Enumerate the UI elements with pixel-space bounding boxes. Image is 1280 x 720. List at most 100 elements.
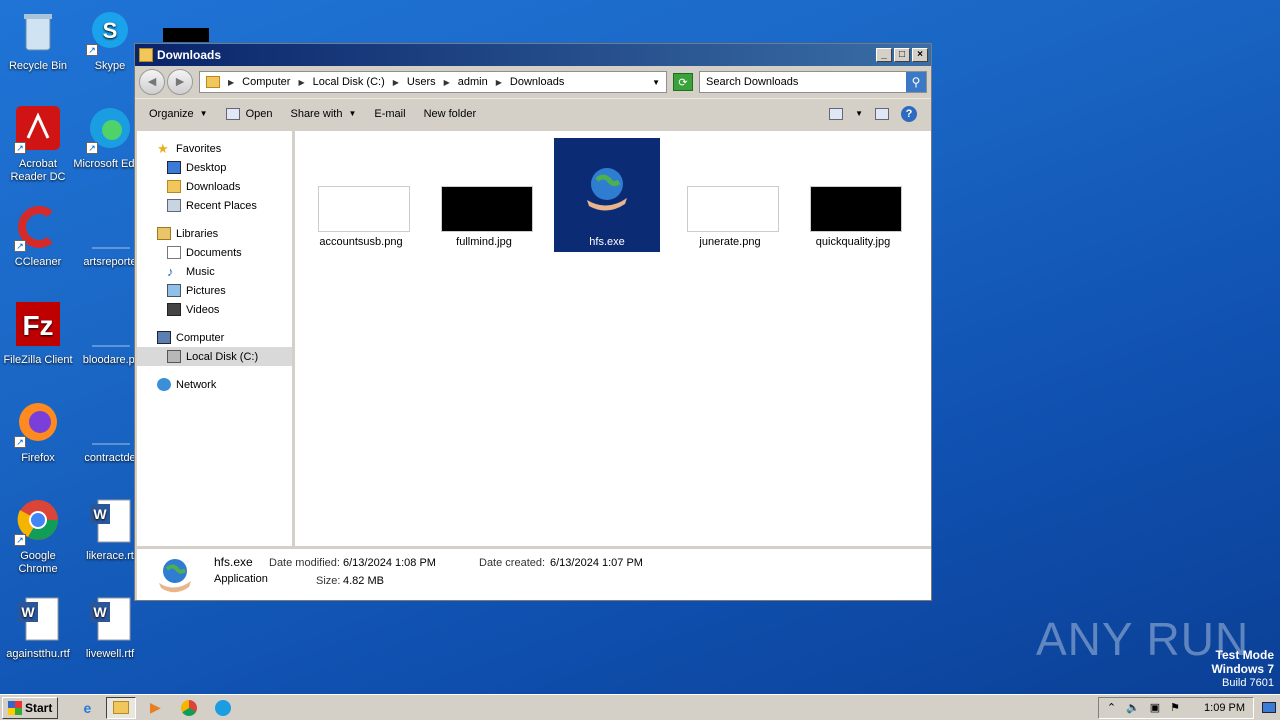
computer-icon [157, 331, 171, 344]
hfs-app-icon [579, 160, 635, 216]
nav-desktop[interactable]: Desktop [137, 158, 292, 177]
organize-label: Organize [149, 107, 194, 120]
black-box [163, 28, 209, 42]
file-item[interactable]: quickquality.jpg [800, 138, 906, 252]
details-size-value: 4.82 MB [343, 575, 384, 587]
forward-button[interactable]: ► [167, 69, 193, 95]
desktop-icon-ccleaner[interactable]: ↗ CCleaner [0, 204, 76, 269]
email-button[interactable]: E-mail [374, 108, 405, 120]
nav-recent-places[interactable]: Recent Places [137, 196, 292, 215]
title-bar[interactable]: Downloads _ □ × [135, 44, 931, 66]
desktop-icon-againstthu[interactable]: W againstthu.rtf [0, 596, 76, 661]
details-modified-value: 6/13/2024 1:08 PM [343, 557, 436, 569]
show-desktop-button[interactable] [1258, 695, 1280, 720]
nav-pictures[interactable]: Pictures [137, 281, 292, 300]
music-icon: ♪ [167, 264, 174, 279]
start-button[interactable]: Start [2, 696, 59, 719]
chevron-right-icon[interactable]: ▶ [393, 78, 399, 87]
file-item[interactable]: junerate.png [677, 138, 783, 252]
ccleaner-icon: ↗ [14, 204, 62, 252]
nav-local-disk[interactable]: Local Disk (C:) [137, 347, 292, 366]
minimize-button[interactable]: _ [876, 48, 892, 62]
network-tray-icon[interactable]: ▣ [1150, 701, 1160, 714]
system-tray: ⌃ 🔈 ▣ ⚑ 1:09 PM [1097, 696, 1254, 719]
file-item[interactable]: fullmind.jpg [431, 138, 537, 252]
show-desktop-icon [1262, 702, 1276, 713]
desktop-icon-recycle-bin[interactable]: Recycle Bin [0, 8, 76, 73]
nav-network[interactable]: Network [137, 375, 292, 394]
help-icon[interactable]: ? [901, 105, 917, 122]
drive-icon [167, 350, 181, 363]
change-view-icon[interactable] [829, 107, 844, 120]
taskbar-media-player-button[interactable]: ▶ [140, 697, 170, 719]
nav-computer[interactable]: Computer [137, 328, 292, 347]
open-button[interactable]: Open [225, 107, 272, 120]
desktop-icon-label: FileZilla Client [3, 354, 73, 366]
folder-icon [139, 48, 153, 62]
nav-libraries[interactable]: Libraries [137, 224, 292, 243]
breadcrumb-computer[interactable]: Computer [242, 76, 290, 88]
file-item[interactable]: accountsusb.png [308, 138, 414, 252]
volume-icon[interactable]: 🔈 [1126, 701, 1140, 714]
breadcrumb-admin[interactable]: admin [458, 76, 488, 88]
chevron-right-icon[interactable]: ▶ [444, 78, 450, 87]
nav-videos[interactable]: Videos [137, 300, 292, 319]
desktop-icon-chrome[interactable]: ↗ Google Chrome [0, 498, 76, 576]
file-item-selected[interactable]: hfs.exe [554, 138, 660, 252]
taskbar-ie-button[interactable]: e [72, 697, 102, 719]
chevron-right-icon[interactable]: ▶ [496, 78, 502, 87]
details-modified-label: Date modified: [269, 557, 340, 569]
chevron-down-icon: ▼ [199, 109, 208, 118]
taskbar-chrome-button[interactable] [174, 697, 204, 719]
chevron-down-icon[interactable]: ▼ [652, 78, 660, 87]
nav-favorites[interactable]: ★ Favorites [137, 139, 292, 158]
folder-icon [113, 701, 130, 714]
share-with-button[interactable]: Share with ▼ [290, 108, 356, 120]
details-created-label: Date created: [479, 557, 546, 569]
svg-text:W: W [93, 604, 107, 620]
clock[interactable]: 1:09 PM [1204, 702, 1245, 714]
breadcrumb-local-disk[interactable]: Local Disk (C:) [313, 76, 385, 88]
nav-label: Local Disk (C:) [186, 350, 259, 363]
organize-button[interactable]: Organize ▼ [149, 108, 208, 120]
maximize-button[interactable]: □ [894, 48, 910, 62]
file-icon [86, 400, 134, 448]
search-icon[interactable]: ⚲ [906, 72, 926, 92]
chevron-down-icon[interactable]: ▼ [855, 109, 863, 118]
file-list: accountsusb.png fullmind.jpg hfs.exe jun… [295, 131, 931, 546]
nav-label: Videos [186, 303, 220, 316]
desktop-icon-label: Google Chrome [18, 550, 58, 575]
desktop-icon-label: Recycle Bin [8, 60, 68, 72]
new-folder-button[interactable]: New folder [424, 108, 477, 120]
nav-label: Libraries [176, 227, 219, 240]
nav-downloads[interactable]: Downloads [137, 177, 292, 196]
details-file-type: Application [214, 573, 268, 585]
nav-label: Downloads [186, 180, 241, 193]
svg-text:Fz: Fz [22, 310, 53, 341]
close-button[interactable]: × [912, 48, 928, 62]
preview-pane-icon[interactable] [875, 107, 889, 120]
nav-documents[interactable]: Documents [137, 243, 292, 262]
desktop-icon-filezilla[interactable]: Fz FileZilla Client [0, 302, 76, 367]
desktop-icon-acrobat[interactable]: ↗ Acrobat Reader DC [0, 106, 76, 184]
search-input[interactable]: Search Downloads ⚲ [699, 71, 927, 93]
image-thumbnail [441, 186, 533, 232]
taskbar-edge-button[interactable] [208, 697, 238, 719]
back-button[interactable]: ◄ [139, 69, 165, 95]
desktop-icon-label: againstthu.rtf [6, 648, 70, 660]
desktop-icon-firefox[interactable]: ↗ Firefox [0, 400, 76, 465]
desktop-icon-livewell[interactable]: W livewell.rtf [72, 596, 148, 661]
address-bar[interactable]: ▶ Computer ▶ Local Disk (C:) ▶ Users ▶ a… [199, 71, 667, 93]
refresh-button[interactable]: ⟳ [673, 73, 693, 91]
show-hidden-icons-icon[interactable]: ⌃ [1107, 701, 1116, 714]
chevron-right-icon[interactable]: ▶ [298, 78, 304, 87]
internet-explorer-icon: e [83, 699, 92, 716]
taskbar-explorer-button[interactable] [106, 696, 137, 719]
image-thumbnail [687, 186, 779, 232]
email-label: E-mail [374, 107, 406, 120]
breadcrumb-users[interactable]: Users [407, 76, 436, 88]
libraries-icon [157, 227, 171, 240]
nav-music[interactable]: ♪ Music [137, 262, 292, 281]
action-center-icon[interactable]: ⚑ [1170, 701, 1180, 714]
breadcrumb-downloads[interactable]: Downloads [510, 76, 564, 88]
